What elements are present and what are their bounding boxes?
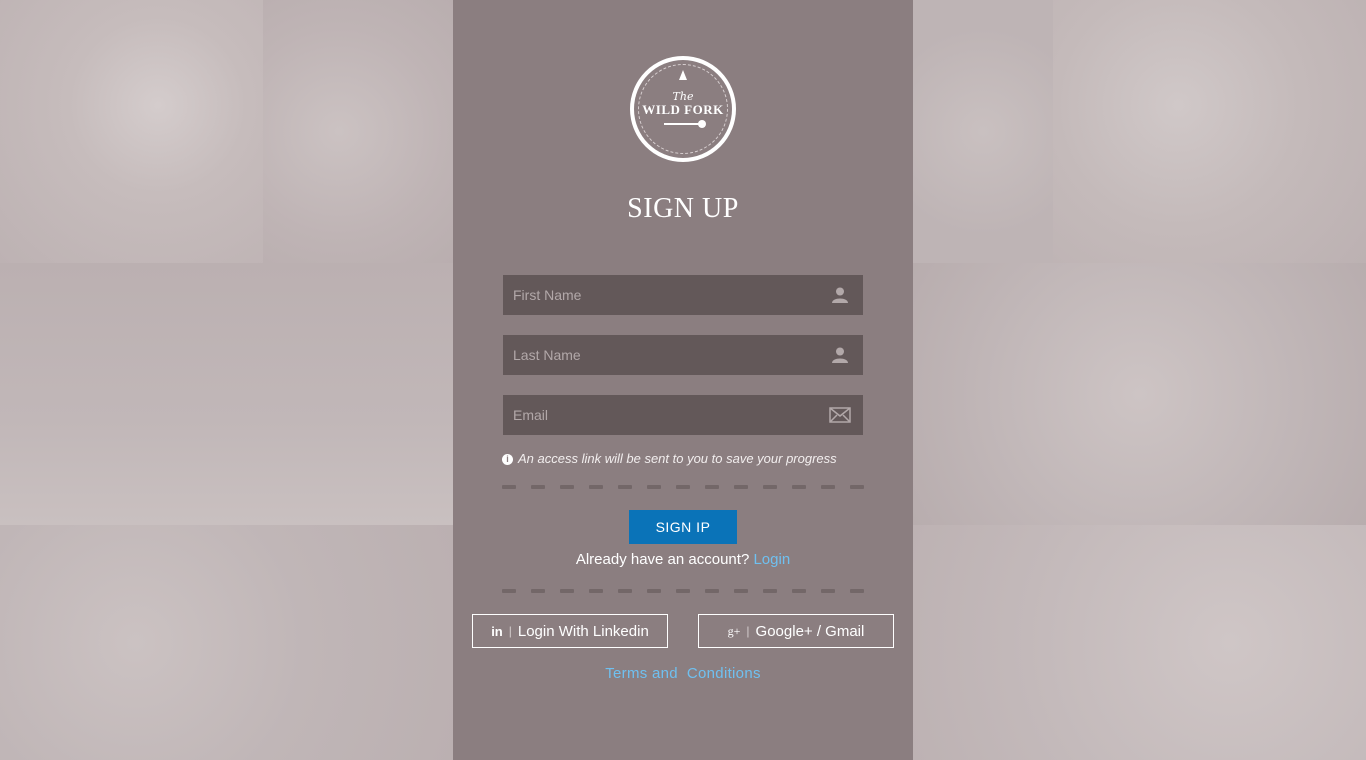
background-photo xyxy=(0,263,453,525)
background-photo xyxy=(0,0,263,263)
linkedin-label: Login With Linkedin xyxy=(517,622,649,640)
separator: | xyxy=(746,624,750,638)
background-photo xyxy=(913,263,1366,525)
background-photo xyxy=(0,525,453,760)
logo-badge: The WILD FORK xyxy=(634,60,732,158)
envelope-icon xyxy=(829,407,851,423)
tree-icon xyxy=(679,70,687,80)
first-name-input[interactable] xyxy=(503,275,863,315)
dashed-divider xyxy=(502,485,864,489)
user-icon xyxy=(832,347,848,363)
terms-container: Terms and Conditions xyxy=(453,665,913,683)
first-name-field xyxy=(503,275,863,315)
google-login-button[interactable]: g+ | Google+ / Gmail xyxy=(698,614,894,648)
background-photo xyxy=(913,0,1053,263)
last-name-field xyxy=(503,335,863,375)
terms-link[interactable]: Terms and Conditions xyxy=(605,665,761,682)
email-input[interactable] xyxy=(503,395,863,435)
linkedin-icon: in xyxy=(491,623,503,639)
wild-fork-logo: The WILD FORK xyxy=(630,56,736,162)
user-icon xyxy=(832,287,848,303)
fork-icon xyxy=(664,120,706,128)
info-icon: i xyxy=(502,454,513,465)
logo-name-text: WILD FORK xyxy=(642,102,724,117)
background-photo xyxy=(1053,0,1366,263)
already-have-account: Already have an account? Login xyxy=(453,551,913,568)
hint-text: An access link will be sent to you to sa… xyxy=(518,451,837,466)
sign-up-button[interactable]: SIGN IP xyxy=(629,510,737,544)
background-photo xyxy=(913,525,1366,760)
already-text: Already have an account? xyxy=(575,551,750,568)
google-label: Google+ / Gmail xyxy=(755,622,865,640)
dashed-divider xyxy=(502,589,864,593)
email-field xyxy=(503,395,863,435)
page-title: SIGN UP xyxy=(627,193,739,224)
linkedin-login-button[interactable]: in | Login With Linkedin xyxy=(472,614,668,648)
signup-panel: The WILD FORK SIGN UP i An access link wi… xyxy=(453,0,913,760)
background-photo xyxy=(263,0,453,263)
separator: | xyxy=(508,624,512,638)
login-link[interactable]: Login xyxy=(753,551,790,568)
google-plus-icon: g+ xyxy=(727,623,741,638)
last-name-input[interactable] xyxy=(503,335,863,375)
access-link-hint: i An access link will be sent to you to s… xyxy=(502,451,837,466)
